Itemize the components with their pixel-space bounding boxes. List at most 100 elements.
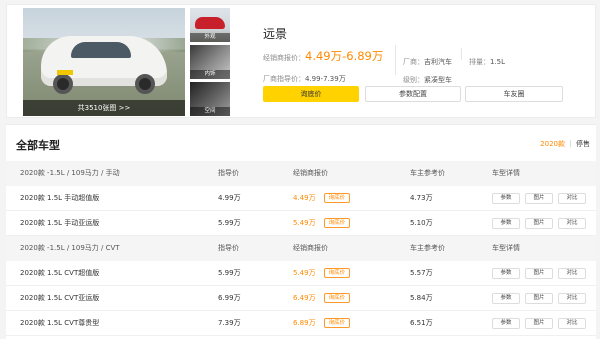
inquiry-button[interactable]: 询底价 [263,86,359,102]
group-header: 2020款 -1.5L / 109马力 / 手动 指导价 经销商报价 车主参考价… [6,161,596,186]
year-tabs: 2020款 停售 [540,139,590,149]
displacement-value: 1.5L [490,58,506,66]
guide-price: 5.99万 [218,269,241,277]
guide-price: 4.99万 [218,194,241,202]
model-name[interactable]: 2020款 1.5L 手动亚运版 [20,211,99,236]
model-name[interactable]: 2020款 1.5L CVT亚运版 [20,286,99,311]
owner-price: 4.73万 [410,194,433,202]
ask-price-button[interactable]: 询底价 [323,218,351,228]
compare-button[interactable]: 对比 [558,268,586,279]
thumb-label: 空间 [190,107,230,116]
main-car-photo[interactable]: 共3510张图 >> [23,8,185,116]
guide-price: 6.99万 [218,294,241,302]
col-dealer-price: 经销商报价 [293,244,328,252]
dealer-price-value: 4.49万-6.89万 [305,49,384,63]
level-value: 紧凑型车 [424,76,452,84]
dealer-price: 5.49万 [293,219,316,227]
photos-button[interactable]: 图片 [525,318,553,329]
dealer-price-cell: 5.49万 询底价 [293,211,351,236]
model-name[interactable]: 2020款 1.5L CVT尊贵型 [20,311,99,336]
car-summary-card: 共3510张图 >> 外观 内饰 空间 远景 经销商报价：4.49万-6.89万… [6,4,596,118]
params-button[interactable]: 参数 [492,293,520,304]
displacement: 排量：1.5L [469,49,505,68]
owner-price: 5.10万 [410,219,433,227]
params-button[interactable]: 参数 [492,193,520,204]
config-button[interactable]: 参数配置 [365,86,461,102]
thumb-interior[interactable]: 内饰 [190,45,230,79]
col-owner-price: 车主参考价 [410,169,445,177]
compare-button[interactable]: 对比 [558,218,586,229]
params-button[interactable]: 参数 [492,218,520,229]
col-guide-price: 指导价 [218,169,239,177]
ask-price-button[interactable]: 询底价 [323,318,351,328]
model-name[interactable]: 2020款 1.5L 手动超值版 [20,186,99,211]
table-row: 2020款 1.5L CVT尊贵型 7.39万 6.89万 询底价 6.51万 参… [6,311,596,336]
car-wheel-rear [135,74,155,94]
compare-button[interactable]: 对比 [558,193,586,204]
params-button[interactable]: 参数 [492,268,520,279]
col-owner-price: 车主参考价 [410,244,445,252]
col-detail: 车型详情 [492,244,520,252]
ask-price-button[interactable]: 询底价 [323,193,351,203]
guide-price: 5.99万 [218,219,241,227]
photos-button[interactable]: 图片 [525,268,553,279]
ask-price-button[interactable]: 询底价 [323,268,351,278]
table-row: 2020款 1.5L 手动亚运版 5.99万 5.49万 询底价 5.10万 参数… [6,211,596,236]
car-info: 远景 经销商报价：4.49万-6.89万 厂商指导价：4.99-7.39万 厂商… [263,5,593,119]
photos-button[interactable]: 图片 [525,193,553,204]
photos-button[interactable]: 图片 [525,293,553,304]
divider [570,140,571,147]
params-button[interactable]: 参数 [492,318,520,329]
compare-button[interactable]: 对比 [558,293,586,304]
model-name[interactable]: 2020款 1.5L CVT超值版 [20,261,99,286]
car-name: 远景 [263,27,288,41]
dealer-price: 5.49万 [293,269,316,277]
gallery-button[interactable]: 车友圈 [465,86,563,102]
dealer-price: 4.49万 [293,194,316,202]
guide-price: 厂商指导价：4.99-7.39万 [263,66,346,85]
table-row: 2020款 1.5L 手动超值版 4.99万 4.49万 询底价 4.73万 参数… [6,186,596,211]
displacement-label: 排量： [469,58,490,66]
compare-button[interactable]: 对比 [558,318,586,329]
divider [461,48,462,60]
year-tab-selected[interactable]: 2020款 [540,140,565,148]
manufacturer-value[interactable]: 吉利汽车 [424,58,452,66]
car-window [71,42,131,58]
dealer-price-label: 经销商报价： [263,54,305,62]
dealer-price-cell: 6.89万 询底价 [293,311,351,336]
dealer-price-cell: 5.49万 询底价 [293,261,351,286]
list-title: 全部车型 [16,139,60,152]
dealer-price: 6.49万 [293,294,316,302]
dealer-price: 6.89万 [293,319,316,327]
photo-count-link[interactable]: 共3510张图 >> [23,100,185,116]
group-name: 2020款 -1.5L / 109马力 / 手动 [20,169,120,177]
guide-price-value: 4.99-7.39万 [305,75,346,83]
photo-thumbnails: 外观 内饰 空间 [190,8,230,119]
thumb-exterior[interactable]: 外观 [190,8,230,42]
thumb-label: 外观 [190,33,230,42]
dealer-price: 经销商报价：4.49万-6.89万 [263,45,383,64]
photos-button[interactable]: 图片 [525,218,553,229]
manufacturer: 厂商：吉利汽车 [403,49,452,68]
thumb-space[interactable]: 空间 [190,82,230,116]
col-dealer-price: 经销商报价 [293,169,328,177]
guide-price-label: 厂商指导价： [263,75,305,83]
car-wheel-front [53,74,73,94]
table-row: 2020款 1.5L CVT超值版 5.99万 5.49万 询底价 5.57万 参… [6,261,596,286]
thumb-label: 内饰 [190,70,230,79]
group-name: 2020款 -1.5L / 109马力 / CVT [20,244,120,252]
level: 级别：紧凑型车 [403,67,452,86]
ask-price-button[interactable]: 询底价 [323,293,351,303]
red-car-illustration [195,17,225,29]
group-header: 2020款 -1.5L / 109马力 / CVT 指导价 经销商报价 车主参考… [6,236,596,261]
dealer-price-cell: 4.49万 询底价 [293,186,351,211]
stop-sale-tab[interactable]: 停售 [576,140,590,148]
dealer-price-cell: 6.49万 询底价 [293,286,351,311]
col-detail: 车型详情 [492,169,520,177]
owner-price: 5.84万 [410,294,433,302]
owner-price: 5.57万 [410,269,433,277]
table-row: 2020款 1.5L CVT亚运版 6.99万 6.49万 询底价 5.84万 参… [6,286,596,311]
guide-price: 7.39万 [218,319,241,327]
manufacturer-label: 厂商： [403,58,424,66]
model-list: 全部车型 2020款 停售 2020款 -1.5L / 109马力 / 手动 指导… [6,124,596,339]
